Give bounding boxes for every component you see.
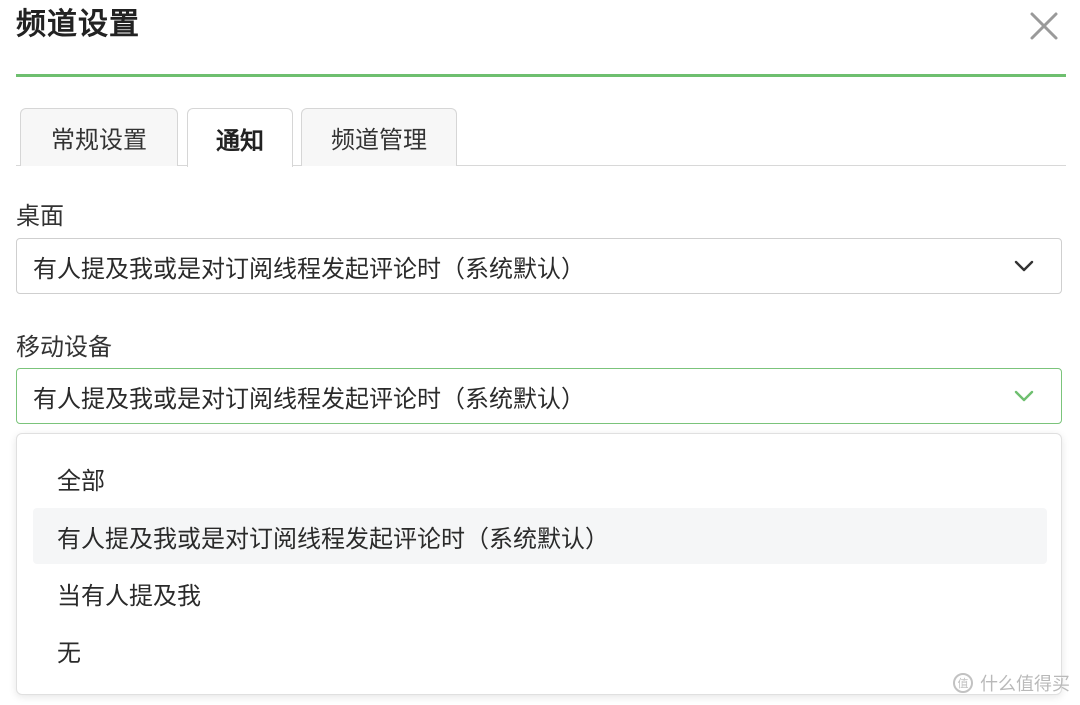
tab-notifications[interactable]: 通知 (187, 108, 293, 167)
mobile-select-value: 有人提及我或是对订阅线程发起评论时（系统默认） (33, 384, 585, 413)
watermark-text: 什么值得买 (980, 674, 1070, 695)
channel-settings-dialog: 频道设置 常规设置 通知 频道管理 桌面 有人提及我或是对订阅线程发起评论时（系… (0, 0, 1080, 705)
mobile-notification-select[interactable]: 有人提及我或是对订阅线程发起评论时（系统默认） (16, 368, 1062, 424)
option-all[interactable]: 全部 (33, 450, 1047, 506)
desktop-select-value: 有人提及我或是对订阅线程发起评论时（系统默认） (33, 254, 585, 283)
tab-bar: 常规设置 通知 频道管理 (16, 108, 1066, 167)
chevron-down-icon (1014, 390, 1034, 402)
close-icon (1030, 12, 1058, 40)
close-button[interactable] (1024, 6, 1064, 46)
dialog-title: 频道设置 (16, 7, 140, 42)
desktop-label: 桌面 (16, 202, 64, 230)
option-mentions-or-subscribed-threads[interactable]: 有人提及我或是对订阅线程发起评论时（系统默认） (33, 508, 1047, 564)
tab-general-settings[interactable]: 常规设置 (20, 108, 178, 166)
watermark: 值 什么值得买 (952, 670, 1070, 696)
title-divider (16, 74, 1066, 77)
chevron-down-icon (1014, 260, 1034, 272)
mobile-label: 移动设备 (16, 333, 112, 361)
option-none[interactable]: 无 (33, 622, 1047, 678)
smzdm-logo-icon: 值 (953, 673, 973, 693)
tab-channel-management[interactable]: 频道管理 (301, 108, 457, 166)
desktop-notification-select[interactable]: 有人提及我或是对订阅线程发起评论时（系统默认） (16, 238, 1062, 294)
mobile-notification-dropdown: 全部 有人提及我或是对订阅线程发起评论时（系统默认） 当有人提及我 无 (16, 433, 1062, 695)
option-mentions-only[interactable]: 当有人提及我 (33, 565, 1047, 621)
svg-text:值: 值 (958, 677, 969, 690)
